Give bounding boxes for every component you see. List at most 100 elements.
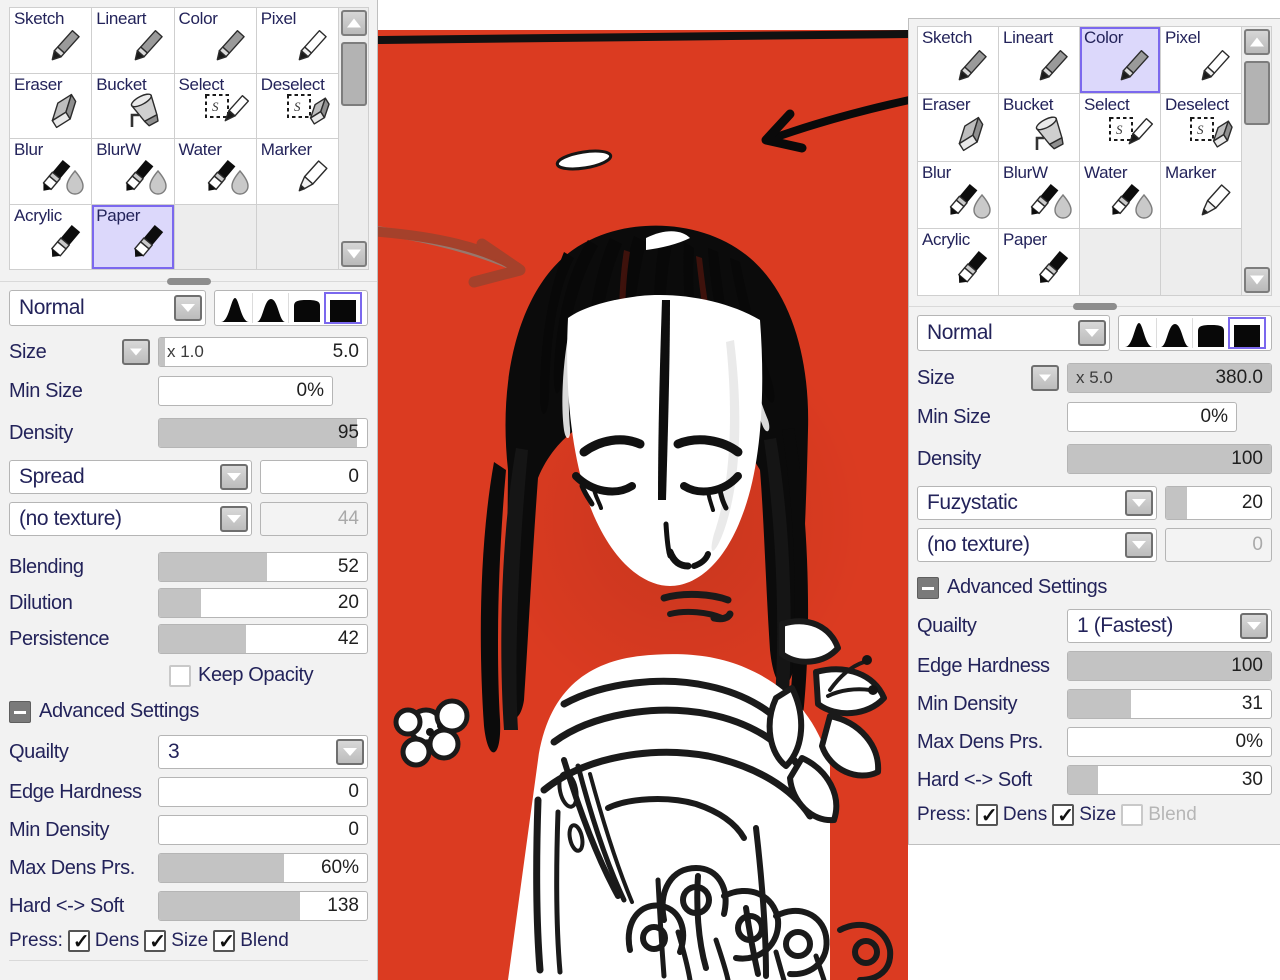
- brush-shape-soft-round[interactable]: [217, 293, 253, 323]
- tool-palette-grid[interactable]: Sketch Lineart Color Pixel Eraser Bucket Selec…: [9, 7, 369, 270]
- brush-shape-flat-square[interactable]: [324, 292, 362, 324]
- brush-shape-selector[interactable]: [1118, 315, 1272, 351]
- size-dropdown-button[interactable]: [122, 339, 150, 365]
- edge-hardness-field[interactable]: 0: [158, 777, 368, 807]
- panel-splitter-grip[interactable]: [0, 276, 377, 288]
- texture-combo[interactable]: (no texture): [9, 502, 252, 536]
- tool-cell-marker[interactable]: Marker: [256, 139, 338, 204]
- canvas-area[interactable]: [378, 0, 908, 980]
- tool-cell-deselect[interactable]: Deselect S: [1161, 94, 1241, 161]
- press-size-checkbox[interactable]: ✓: [144, 930, 167, 953]
- chevron-down-icon[interactable]: [1078, 320, 1106, 346]
- tool-cell-bucket[interactable]: Bucket: [999, 94, 1079, 161]
- brush-shape-flat-square[interactable]: [1228, 317, 1266, 349]
- panel-splitter-grip[interactable]: [909, 301, 1280, 313]
- tool-cell-bucket[interactable]: Bucket: [92, 73, 174, 138]
- quality-combo[interactable]: 1 (Fastest): [1067, 609, 1272, 643]
- tool-cell-pixel[interactable]: Pixel: [256, 8, 338, 73]
- persistence-field[interactable]: 42: [158, 624, 368, 654]
- advanced-collapse-icon[interactable]: [917, 576, 939, 599]
- tool-cell-pixel[interactable]: Pixel: [1161, 27, 1241, 94]
- tool-palette-grid[interactable]: Sketch Lineart Color Pixel Eraser Bucket Selec…: [917, 26, 1272, 296]
- scroll-down-button[interactable]: [1244, 267, 1270, 293]
- tool-cell-lineart[interactable]: Lineart: [92, 8, 174, 73]
- tool-cell-eraser[interactable]: Eraser: [918, 94, 998, 161]
- density-field[interactable]: 95: [158, 418, 368, 448]
- tool-cell-select[interactable]: Select S: [174, 73, 256, 138]
- tool-cell-color[interactable]: Color: [174, 8, 256, 73]
- tool-cell-water[interactable]: Water: [174, 139, 256, 204]
- max-dens-prs-field[interactable]: 0%: [1067, 727, 1272, 757]
- scroll-up-button[interactable]: [1244, 29, 1270, 55]
- scrollbar-thumb[interactable]: [1244, 61, 1270, 125]
- blend-mode-combo[interactable]: Normal: [917, 315, 1110, 351]
- chevron-down-icon[interactable]: [336, 739, 364, 765]
- press-size-checkbox[interactable]: ✓: [1052, 804, 1075, 827]
- brush-shape-hard-round[interactable]: [289, 293, 325, 323]
- min-density-field[interactable]: 31: [1067, 689, 1272, 719]
- press-blend-checkbox[interactable]: [1121, 804, 1144, 826]
- press-dens-checkbox[interactable]: ✓: [975, 804, 998, 827]
- tool-cell-lineart[interactable]: Lineart: [999, 27, 1079, 94]
- tool-cell-blur[interactable]: Blur: [918, 161, 998, 228]
- tool-cell-water[interactable]: Water: [1080, 161, 1160, 228]
- size-dropdown-button[interactable]: [1031, 365, 1059, 391]
- tool-cell-select[interactable]: Select S: [1080, 94, 1160, 161]
- blend-mode-combo[interactable]: Normal: [9, 290, 206, 326]
- dilution-field[interactable]: 20: [158, 588, 368, 618]
- brush-shape-hard-round[interactable]: [1193, 318, 1229, 348]
- scrollbar-thumb[interactable]: [341, 42, 367, 106]
- effect-combo[interactable]: Fuzystatic: [917, 486, 1157, 520]
- keep-opacity-checkbox[interactable]: [169, 664, 191, 687]
- tool-cell-blur[interactable]: Blur: [10, 139, 92, 204]
- chevron-down-icon[interactable]: [220, 506, 248, 532]
- edge-hardness-field[interactable]: 100: [1067, 651, 1272, 681]
- tool-cell-marker[interactable]: Marker: [1161, 161, 1241, 228]
- tool-cell-acrylic[interactable]: Acrylic: [10, 204, 92, 269]
- tool-cell-sketch[interactable]: Sketch: [10, 8, 92, 73]
- blending-field[interactable]: 52: [158, 552, 368, 582]
- right-brush-settings-panel[interactable]: Sketch Lineart Color Pixel Eraser Bucket Selec…: [908, 18, 1280, 845]
- hard-soft-field[interactable]: 30: [1067, 765, 1272, 795]
- press-dens-checkbox[interactable]: ✓: [67, 930, 90, 953]
- spread-combo[interactable]: Spread: [9, 460, 252, 494]
- hard-soft-field[interactable]: 138: [158, 891, 368, 921]
- effect-value-field[interactable]: 20: [1165, 486, 1272, 520]
- brush-shape-selector[interactable]: [214, 290, 368, 326]
- tool-cell-acrylic[interactable]: Acrylic: [918, 228, 998, 295]
- tool-cell-blurw[interactable]: BlurW: [92, 139, 174, 204]
- tool-cell-color[interactable]: Color: [1080, 27, 1160, 94]
- pressure-options-row[interactable]: Press: ✓ Dens ✓ Size ✓ Blend: [9, 930, 368, 953]
- min-size-field[interactable]: 0%: [158, 376, 333, 406]
- left-brush-settings-panel[interactable]: Sketch Lineart Color Pixel Eraser Bucket Selec…: [0, 0, 378, 980]
- scroll-up-button[interactable]: [341, 10, 367, 36]
- min-density-field[interactable]: 0: [158, 815, 368, 845]
- tool-cell-deselect[interactable]: Deselect S: [256, 73, 338, 138]
- texture-value-field[interactable]: 44: [260, 502, 368, 536]
- size-field[interactable]: x 5.0 380.0: [1067, 363, 1272, 393]
- size-field[interactable]: x 1.0 5.0: [158, 337, 368, 367]
- scroll-down-button[interactable]: [341, 241, 367, 267]
- chevron-down-icon[interactable]: [1125, 532, 1153, 558]
- texture-value-field[interactable]: 0: [1165, 528, 1272, 562]
- brush-shape-soft-round[interactable]: [1121, 318, 1157, 348]
- pressure-options-row[interactable]: Press: ✓ Dens ✓ Size Blend: [917, 804, 1272, 827]
- tool-cell-eraser[interactable]: Eraser: [10, 73, 92, 138]
- advanced-collapse-icon[interactable]: [9, 700, 31, 723]
- tool-cell-paper[interactable]: Paper: [92, 204, 174, 269]
- chevron-down-icon[interactable]: [174, 295, 202, 321]
- chevron-down-icon[interactable]: [220, 464, 248, 490]
- spread-value-field[interactable]: 0: [260, 460, 368, 494]
- texture-combo[interactable]: (no texture): [917, 528, 1157, 562]
- brush-shape-medium-round[interactable]: [253, 293, 289, 323]
- press-blend-checkbox[interactable]: ✓: [213, 930, 236, 953]
- tool-cell-sketch[interactable]: Sketch: [918, 27, 998, 94]
- max-dens-prs-field[interactable]: 60%: [158, 853, 368, 883]
- density-field[interactable]: 100: [1067, 444, 1272, 474]
- tool-palette-scrollbar[interactable]: [1241, 27, 1271, 295]
- chevron-down-icon[interactable]: [1125, 490, 1153, 516]
- chevron-down-icon[interactable]: [1240, 613, 1268, 639]
- brush-shape-medium-round[interactable]: [1157, 318, 1193, 348]
- quality-combo[interactable]: 3: [158, 735, 368, 769]
- min-size-field[interactable]: 0%: [1067, 402, 1237, 432]
